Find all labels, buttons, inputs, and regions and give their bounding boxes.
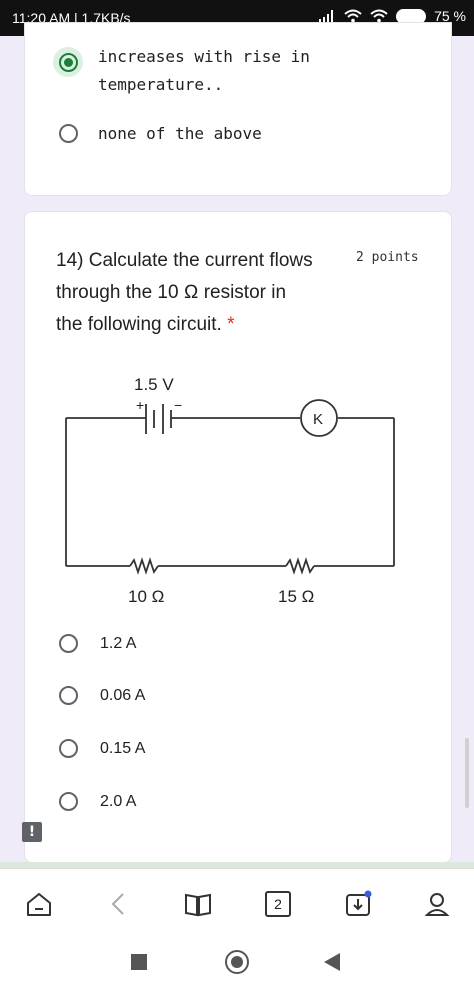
home-icon[interactable] xyxy=(24,889,54,919)
option-radio-4[interactable] xyxy=(59,792,78,811)
hotspot-icon xyxy=(370,9,388,23)
resistor-10-label: 10 Ω xyxy=(128,587,164,606)
option-label-3: 0.15 A xyxy=(100,740,146,757)
resistor-15-ohm xyxy=(285,557,315,575)
key-label: K xyxy=(313,411,323,428)
downloads-icon[interactable] xyxy=(343,889,373,919)
profile-icon[interactable] xyxy=(422,889,452,919)
browser-toolbar: 2 xyxy=(0,868,474,939)
battery-label: 1.5 V xyxy=(134,375,174,394)
scrollbar[interactable] xyxy=(465,738,469,808)
tabs-icon[interactable]: 2 xyxy=(263,889,293,919)
option-radio[interactable] xyxy=(59,124,78,143)
option-label-2: 0.06 A xyxy=(100,687,146,704)
resistor-15-label: 15 Ω xyxy=(278,587,314,606)
back-icon[interactable] xyxy=(104,889,134,919)
recents-icon[interactable] xyxy=(131,954,147,970)
option-label-1: 1.2 A xyxy=(100,635,137,652)
wifi-icon xyxy=(344,9,362,23)
back-triangle-icon[interactable] xyxy=(323,952,341,972)
option-radio-selected[interactable] xyxy=(59,53,78,72)
option-label-4: 2.0 A xyxy=(100,793,137,810)
option-label: increases with rise in temperature.. xyxy=(98,47,310,94)
option-radio-3[interactable] xyxy=(59,739,78,758)
home-circle-icon[interactable] xyxy=(225,950,249,974)
signal-icon xyxy=(319,10,334,22)
question-points: 2 points xyxy=(356,250,419,265)
option-radio-1[interactable] xyxy=(59,634,78,653)
alert-icon[interactable]: ! xyxy=(22,822,42,842)
option-label: none of the above xyxy=(98,124,262,143)
reader-icon[interactable] xyxy=(183,889,213,919)
tabs-count: 2 xyxy=(265,891,291,917)
system-nav-bar xyxy=(0,938,474,985)
resistor-10-ohm xyxy=(129,557,159,575)
question-title: 14) Calculate the current flows through … xyxy=(56,250,313,335)
required-asterisk: * xyxy=(227,314,235,335)
battery-plus-sign: + xyxy=(136,397,144,413)
battery-minus-sign: − xyxy=(174,397,182,413)
circuit-diagram: 1.5 V + − K 10 Ω 15 Ω xyxy=(65,375,395,606)
option-radio-2[interactable] xyxy=(59,686,78,705)
